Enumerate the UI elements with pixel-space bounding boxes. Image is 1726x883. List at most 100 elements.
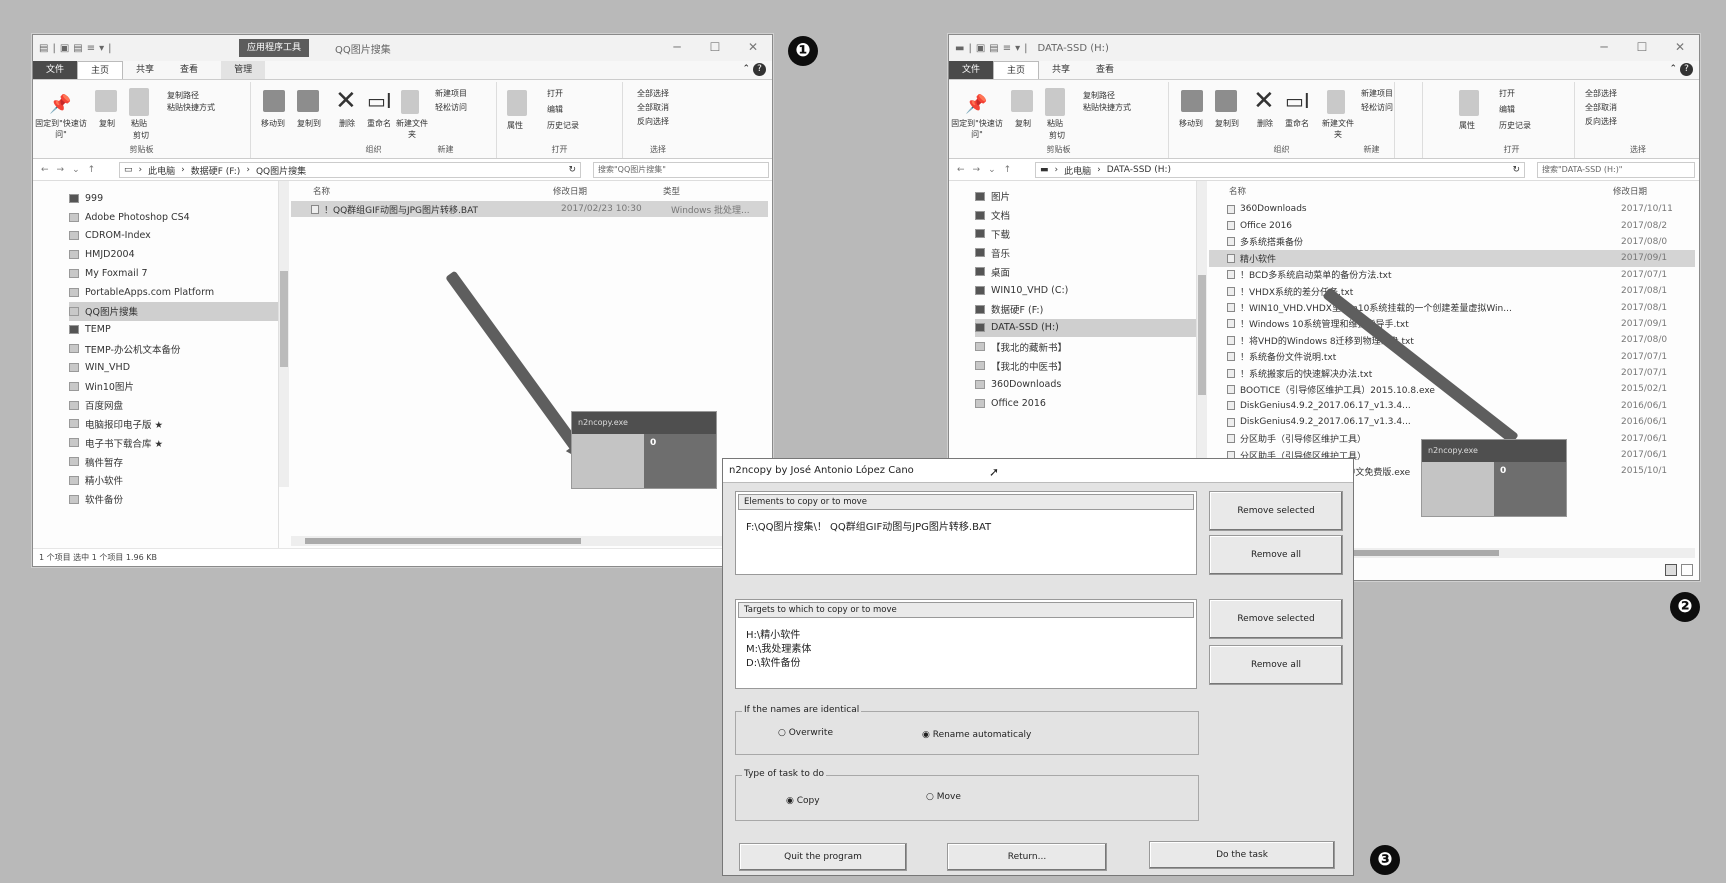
nav-item[interactable]: 999 (69, 189, 278, 208)
recent-icon[interactable]: ⌄ (72, 165, 80, 175)
nav-item[interactable]: 桌面 (975, 262, 1196, 281)
column-type[interactable]: 类型 (663, 185, 680, 197)
copy-to-icon[interactable] (1215, 90, 1237, 112)
paste-icon[interactable] (1045, 88, 1065, 116)
elements-list[interactable]: Elements to copy or to move F:\QQ图片搜集\！ … (735, 491, 1197, 575)
search-input[interactable]: 搜索"DATA-SSD (H:)" (1537, 162, 1695, 178)
table-row[interactable]: ！将VHD的Windows 8迁移到物理硬盘.txt 2017/08/0 (1209, 332, 1695, 348)
new-item-button[interactable]: 新建项目 (1361, 88, 1393, 99)
open-button[interactable]: 打开 (547, 88, 563, 99)
nav-item[interactable]: 下载 (975, 225, 1196, 244)
nav-item[interactable]: 电子书下载合库 ★ (69, 433, 278, 452)
nav-item[interactable]: Win10图片 (69, 377, 278, 396)
nav-item[interactable]: 360Downloads (975, 375, 1196, 394)
search-input[interactable]: 搜索"QQ图片搜集" (593, 162, 769, 178)
rename-icon[interactable]: ▭I (1285, 88, 1310, 114)
tab-manage[interactable]: 管理 (221, 61, 266, 79)
quick-access-toolbar[interactable]: ▤ | ▣ ▤ ≡ ▾ | (33, 43, 112, 54)
new-folder-icon[interactable] (401, 90, 419, 114)
table-row[interactable]: ！BCD多系统启动菜单的备份方法.txt 2017/07/1 (1209, 267, 1695, 283)
tab-file[interactable]: 文件 (33, 61, 78, 79)
edit-button[interactable]: 编辑 (1499, 104, 1515, 115)
properties-icon[interactable] (1459, 90, 1479, 116)
minimize-icon[interactable]: ─ (658, 35, 696, 59)
open-button[interactable]: 打开 (1499, 88, 1515, 99)
tab-share[interactable]: 共享 (1039, 61, 1083, 79)
target-item[interactable]: H:\精小软件 (746, 626, 800, 641)
table-row[interactable]: ！Windows 10系统管理和维护指导手.txt 2017/09/1 (1209, 316, 1695, 332)
remove-all-elements-button[interactable]: Remove all (1209, 535, 1343, 575)
chevron-up-icon[interactable]: ⌃ (1669, 64, 1677, 74)
move-to-icon[interactable] (1181, 90, 1203, 112)
copy-to-icon[interactable] (297, 90, 319, 112)
tab-share[interactable]: 共享 (123, 61, 167, 79)
tab-home[interactable]: 主页 (77, 61, 124, 79)
breadcrumb-item[interactable]: 此电脑 (1064, 164, 1091, 177)
move-to-icon[interactable] (263, 90, 285, 112)
nav-item[interactable]: 稿件暂存 (69, 452, 278, 471)
copy-radio[interactable]: ◉ Copy (786, 796, 820, 806)
nav-scrollbar[interactable] (279, 181, 289, 487)
targets-list[interactable]: Targets to which to copy or to move H:\精… (735, 599, 1197, 689)
column-name[interactable]: 名称 (1229, 185, 1613, 197)
remove-selected-targets-button[interactable]: Remove selected (1209, 599, 1343, 639)
close-icon[interactable]: ✕ (734, 35, 772, 59)
copy-path-button[interactable]: 复制路径 (1083, 90, 1115, 101)
select-none-button[interactable]: 全部取消 (637, 102, 669, 113)
easy-access-button[interactable]: 轻松访问 (1361, 102, 1393, 113)
rename-radio[interactable]: ◉ Rename automaticaly (922, 730, 1031, 740)
recent-icon[interactable]: ⌄ (988, 165, 996, 175)
column-date[interactable]: 修改日期 (553, 185, 663, 197)
return-button[interactable]: Return... (947, 843, 1107, 871)
nav-item[interactable]: TEMP-办公机文本备份 (69, 339, 278, 358)
breadcrumb-item[interactable]: DATA-SSD (H:) (1107, 165, 1171, 175)
copy-icon[interactable] (1011, 90, 1033, 112)
history-button[interactable]: 历史记录 (1499, 120, 1531, 131)
nav-item[interactable]: 【我北的藏新书】 (975, 337, 1196, 356)
close-icon[interactable]: ✕ (1661, 35, 1699, 59)
nav-item[interactable]: 音乐 (975, 243, 1196, 262)
tab-view[interactable]: 查看 (1083, 61, 1127, 79)
nav-item[interactable]: DATA-SSD (H:) (975, 318, 1196, 338)
target-item[interactable]: M:\我处理素体 (746, 640, 811, 655)
table-row[interactable]: ！QQ群组GIF动图与JPG图片转移.BAT 2017/02/23 10:30 … (291, 201, 768, 218)
refresh-icon[interactable]: ↻ (568, 165, 576, 175)
select-all-button[interactable]: 全部选择 (1585, 88, 1617, 99)
minimize-icon[interactable]: ─ (1585, 35, 1623, 59)
copy-path-button[interactable]: 复制路径 (167, 90, 199, 101)
nav-item[interactable]: 百度网盘 (69, 396, 278, 415)
select-all-button[interactable]: 全部选择 (637, 88, 669, 99)
quit-button[interactable]: Quit the program (739, 843, 907, 871)
tab-home[interactable]: 主页 (993, 61, 1040, 79)
remove-selected-elements-button[interactable]: Remove selected (1209, 491, 1343, 531)
cut-button[interactable]: 剪切 (133, 130, 149, 141)
address-bar[interactable]: ▬ › 此电脑 › DATA-SSD (H:) ↻ (1035, 162, 1525, 178)
do-task-button[interactable]: Do the task (1149, 841, 1335, 869)
paste-shortcut-button[interactable]: 粘贴快捷方式 (167, 102, 215, 113)
copy-icon[interactable] (95, 90, 117, 112)
table-row[interactable]: 多系统搭乘备份 2017/08/0 (1209, 234, 1695, 250)
tab-view[interactable]: 查看 (167, 61, 211, 79)
nav-item[interactable]: QQ图片搜集 (69, 301, 278, 321)
nav-item[interactable]: HMJD2004 (69, 245, 278, 264)
nav-item[interactable]: TEMP (69, 321, 278, 340)
delete-icon[interactable]: ✕ (1253, 88, 1275, 114)
help-icon[interactable]: ? (753, 63, 766, 76)
forward-icon[interactable]: → (973, 165, 981, 175)
nav-item[interactable]: PortableApps.com Platform (69, 283, 278, 302)
nav-item[interactable]: 电脑报印电子版 ★ (69, 415, 278, 434)
breadcrumb-item[interactable]: 数据硬F (F:) (191, 164, 241, 177)
breadcrumb-item[interactable]: QQ图片搜集 (256, 164, 306, 177)
paste-icon[interactable] (129, 88, 149, 116)
details-view-icon[interactable] (1665, 564, 1677, 576)
nav-item[interactable]: WIN10_VHD (C:) (975, 281, 1196, 300)
maximize-icon[interactable]: ☐ (696, 35, 734, 59)
properties-icon[interactable] (507, 90, 527, 116)
invert-selection-button[interactable]: 反向选择 (1585, 116, 1617, 127)
up-icon[interactable]: ↑ (1004, 165, 1012, 175)
nav-item[interactable]: 【我北的中医书】 (975, 356, 1196, 375)
nav-item[interactable]: WIN_VHD (69, 358, 278, 377)
horizontal-scrollbar[interactable] (291, 536, 768, 546)
nav-item[interactable]: 精小软件 (69, 471, 278, 490)
select-none-button[interactable]: 全部取消 (1585, 102, 1617, 113)
